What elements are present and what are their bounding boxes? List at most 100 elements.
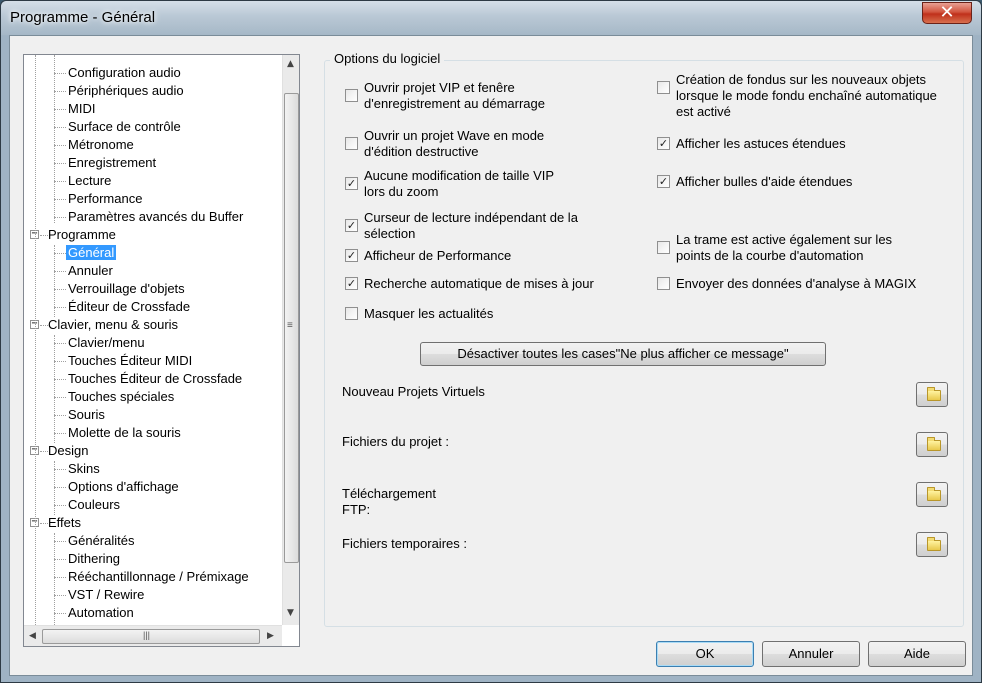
browse-folder-button[interactable] [916, 532, 948, 557]
tree-vertical-scrollbar[interactable]: ▲ ≡ ▼ [282, 55, 299, 625]
scroll-right-icon[interactable]: ▶ [267, 631, 274, 641]
tree-item[interactable]: Souris [66, 406, 107, 424]
tree-item[interactable]: Effets [46, 514, 83, 532]
tree-connector [54, 613, 66, 614]
tree-guide-line [35, 55, 36, 625]
option-label: Afficheur de Performance [364, 248, 512, 263]
tree-item[interactable]: Automation [66, 604, 136, 622]
tree-item[interactable]: Configuration audio [66, 64, 183, 82]
folder-icon [927, 487, 941, 501]
option-label: Envoyer des données d'analyse à MAGIX [676, 276, 917, 291]
tree-item-label: Effets [48, 515, 82, 530]
tree-item-label: Clavier, menu & souris [48, 317, 179, 332]
tree-connector [54, 595, 66, 596]
tree-items: Configuration audio Périphériques audio MI… [24, 55, 282, 625]
checkbox-unchecked[interactable] [345, 137, 358, 150]
ok-button[interactable]: OK [656, 641, 754, 667]
tree-item[interactable]: Touches spéciales [66, 388, 176, 406]
tree-item[interactable]: Clavier/menu [66, 334, 147, 352]
tree-item[interactable]: Métronome [66, 136, 136, 154]
scroll-left-icon[interactable]: ◀ [29, 631, 36, 641]
option-label: Afficher les astuces étendues [676, 136, 846, 151]
tree-item[interactable]: Molette de la souris [66, 424, 183, 442]
scroll-down-icon[interactable]: ▼ [287, 608, 294, 618]
tree-item-label: Skins [68, 461, 100, 476]
tree-horizontal-scrollbar[interactable]: ◀ ||| ▶ [24, 625, 282, 646]
group-title: Options du logiciel [330, 51, 445, 66]
dialog-window: Programme - Général ✕ Configuration audi… [0, 0, 982, 683]
tree-item-label: Lecture [68, 173, 112, 188]
checkbox-checked[interactable]: ✓ [345, 277, 358, 290]
tree-item[interactable]: Design [46, 442, 90, 460]
tree-item[interactable]: MIDI [66, 100, 97, 118]
tree-item[interactable]: Couleurs [66, 496, 122, 514]
checkbox-checked[interactable]: ✓ [657, 175, 670, 188]
disable-messages-button[interactable]: Désactiver toutes les cases"Ne plus affi… [420, 342, 826, 366]
tree-item-label: VST / Rewire [68, 587, 145, 602]
browse-folder-button[interactable] [916, 382, 948, 407]
option-label: Création de fondus sur les nouveaux obje… [676, 72, 937, 119]
tree-connector [54, 91, 66, 92]
tree-item-label: Clavier/menu [68, 335, 145, 350]
tree-connector [54, 217, 66, 218]
tree-item[interactable]: Éditeur de Crossfade [66, 298, 192, 316]
tree-item[interactable]: Programme [46, 226, 118, 244]
browse-folder-button[interactable] [916, 482, 948, 507]
option-label: Masquer les actualités [364, 306, 494, 321]
option-label: Ouvrir projet VIP et fenêre d'enregistrem… [364, 80, 545, 111]
tree-item-label: Rééchantillonnage / Prémixage [68, 569, 249, 584]
checkbox-unchecked[interactable] [657, 81, 670, 94]
tree-item[interactable]: VST / Rewire [66, 586, 146, 604]
help-button[interactable]: Aide [868, 641, 966, 667]
title-bar[interactable]: Programme - Général ✕ [1, 1, 981, 35]
window-title: Programme - Général [10, 9, 156, 26]
tree-item[interactable]: Paramètres avancés du Buffer [66, 208, 245, 226]
tree-item[interactable]: Annuler [66, 262, 115, 280]
checkbox-unchecked[interactable] [345, 89, 358, 102]
option-label: La trame est active également sur les poi… [676, 232, 893, 263]
tree-item[interactable]: Surface de contrôle [66, 118, 183, 136]
checkbox-unchecked[interactable] [657, 241, 670, 254]
cancel-button[interactable]: Annuler [762, 641, 860, 667]
category-tree[interactable]: Configuration audio Périphériques audio MI… [23, 54, 300, 647]
scroll-up-icon[interactable]: ▲ [287, 59, 294, 69]
checkbox-checked[interactable]: ✓ [657, 137, 670, 150]
tree-item-label: Touches Éditeur MIDI [68, 353, 193, 368]
tree-item[interactable]: Touches Éditeur de Crossfade [66, 370, 244, 388]
grip-icon: ≡ [287, 320, 293, 331]
tree-connector [54, 109, 66, 110]
tree-item[interactable]: Options d'affichage [66, 478, 181, 496]
tree-item-label: Surface de contrôle [68, 119, 181, 134]
option-label: Aucune modification de taille VIP lors du… [364, 168, 555, 199]
tree-connector [54, 415, 66, 416]
tree-item[interactable]: Lecture [66, 172, 113, 190]
tree-item-label: Éditeur de Crossfade [68, 299, 191, 314]
tree-item[interactable]: Skins [66, 460, 102, 478]
tree-item[interactable]: Rééchantillonnage / Prémixage [66, 568, 251, 586]
tree-item[interactable]: Touches Éditeur MIDI [66, 352, 194, 370]
tree-item-selected[interactable]: Général [66, 244, 117, 262]
tree-item[interactable]: Périphériques audio [66, 82, 186, 100]
checkbox-checked[interactable]: ✓ [345, 219, 358, 232]
checkbox-unchecked[interactable] [345, 307, 358, 320]
tree-connector [54, 307, 66, 308]
tree-item-label: Touches spéciales [68, 389, 175, 404]
checkbox-unchecked[interactable] [657, 277, 670, 290]
tree-item[interactable]: Dithering [66, 550, 122, 568]
checkbox-checked[interactable]: ✓ [345, 249, 358, 262]
tree-item[interactable]: Clavier, menu & souris [46, 316, 180, 334]
checkbox-checked[interactable]: ✓ [345, 177, 358, 190]
close-button[interactable]: ✕ [922, 2, 972, 24]
tree-item[interactable]: Verrouillage d'objets [66, 280, 187, 298]
tree-guide-line [54, 533, 55, 625]
tree-item[interactable]: Performance [66, 190, 144, 208]
tree-guide-line [54, 245, 55, 317]
tree-connector [54, 343, 66, 344]
browse-folder-button[interactable] [916, 432, 948, 457]
tree-horizontal-thumb[interactable]: ||| [42, 629, 260, 644]
tree-vertical-thumb[interactable]: ≡ [284, 93, 299, 563]
tree-item[interactable]: Généralités [66, 532, 136, 550]
tree-item[interactable]: Enregistrement [66, 154, 158, 172]
tree-connector [54, 271, 66, 272]
tree-connector [54, 379, 66, 380]
